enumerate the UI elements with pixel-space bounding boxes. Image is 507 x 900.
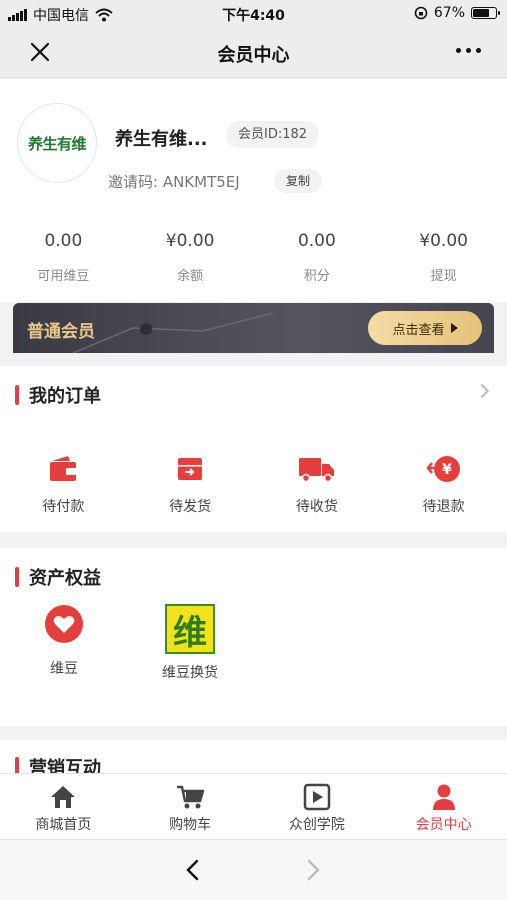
vip-level-label: 普通会员 (27, 322, 95, 342)
avatar-logo-text: 养生有维 (27, 134, 87, 153)
svg-text:¥: ¥ (442, 462, 452, 478)
tab-cart[interactable]: 购物车 (127, 774, 254, 839)
order-pending-refund[interactable]: ¥ 待退款 (380, 452, 507, 516)
tab-label: 众创学院 (288, 817, 345, 833)
wei-logo-icon: 维 (165, 604, 215, 654)
refund-icon: ¥ (380, 452, 507, 486)
tab-academy[interactable]: 众创学院 (254, 774, 381, 839)
avatar[interactable]: 养生有维 (17, 103, 97, 183)
stat-label: 可用维豆 (37, 269, 90, 284)
order-pending-payment[interactable]: 待付款 (0, 452, 127, 516)
order-item-label: 待退款 (422, 499, 465, 515)
heart-icon (45, 605, 83, 643)
orders-section: 我的订单 待付款 待发货 待收货 ¥ 待退款 (0, 366, 507, 532)
asset-label: 维豆 (50, 661, 78, 677)
stat-withdraw[interactable]: ¥0.00 提现 (380, 231, 507, 291)
box-icon (127, 452, 254, 486)
battery-fill (473, 9, 490, 17)
page-title: 会员中心 (217, 45, 290, 66)
stat-label: 余额 (177, 269, 204, 284)
member-id-badge: 会员ID:182 (226, 121, 320, 148)
assets-header: 资产权益 (15, 564, 101, 590)
stat-points[interactable]: 0.00 积分 (254, 231, 381, 291)
assets-section: 资产权益 维豆 维 维豆换货 (0, 548, 507, 726)
asset-weidou[interactable]: 维豆 (1, 604, 127, 678)
home-icon (0, 782, 127, 812)
status-bar: 中国电信 下午4:40 67% (0, 0, 507, 28)
asset-weidou-exchange[interactable]: 维 维豆换货 (127, 604, 253, 682)
banner-decoration (73, 312, 273, 353)
section-marker (15, 385, 19, 405)
stat-label: 积分 (303, 269, 330, 284)
stat-value: 0.00 (44, 231, 83, 251)
tab-label: 会员中心 (415, 817, 472, 833)
stat-value: ¥0.00 (419, 231, 468, 251)
tab-label: 购物车 (169, 817, 212, 833)
stat-label: 提现 (430, 269, 457, 284)
tab-bar: 商城首页 购物车 众创学院 会员中心 (0, 773, 507, 839)
copy-button[interactable]: 复制 (274, 169, 323, 193)
order-pending-receipt[interactable]: 待收货 (254, 452, 381, 516)
view-vip-button[interactable]: 点击查看 (368, 311, 482, 345)
back-arrow-icon[interactable] (182, 858, 204, 882)
more-icon[interactable] (456, 48, 481, 53)
play-icon (254, 782, 381, 812)
browser-bar (0, 839, 507, 900)
wallet-icon (0, 452, 127, 486)
rotation-lock-icon (414, 6, 428, 20)
order-pending-shipment[interactable]: 待发货 (127, 452, 254, 516)
tab-member-center[interactable]: 会员中心 (380, 774, 507, 839)
stats-row: 0.00 可用维豆 ¥0.00 余额 0.00 积分 ¥0.00 提现 (0, 231, 507, 291)
order-item-label: 待发货 (169, 499, 212, 515)
status-right: 67% (414, 5, 500, 21)
section-marker (15, 567, 19, 587)
section-title: 我的订单 (29, 386, 101, 407)
nav-bar: 会员中心 (0, 28, 507, 78)
stat-balance[interactable]: ¥0.00 余额 (127, 231, 254, 291)
cart-icon (127, 782, 254, 812)
stat-weidou[interactable]: 0.00 可用维豆 (0, 231, 127, 291)
battery-icon (471, 7, 500, 19)
order-item-label: 待付款 (42, 499, 85, 515)
orders-header[interactable]: 我的订单 (15, 382, 101, 408)
order-item-label: 待收货 (295, 499, 338, 515)
wei-logo-text: 维 (173, 612, 207, 653)
tab-home[interactable]: 商城首页 (0, 774, 127, 839)
section-title: 资产权益 (29, 568, 101, 589)
truck-icon (254, 452, 381, 486)
nickname: 养生有维... (115, 129, 208, 150)
stat-value: 0.00 (297, 231, 336, 251)
order-status-grid: 待付款 待发货 待收货 ¥ 待退款 (0, 452, 507, 516)
chevron-right-icon[interactable] (474, 383, 490, 399)
asset-label: 维豆换货 (162, 665, 218, 681)
stat-value: ¥0.00 (165, 231, 215, 251)
battery-percent: 67% (433, 5, 465, 21)
invite-code: 邀请码: ANKMT5EJ (108, 173, 240, 191)
forward-arrow-icon[interactable] (302, 858, 324, 882)
tab-label: 商城首页 (35, 817, 92, 833)
view-vip-label: 点击查看 (392, 322, 445, 338)
profile-card: 养生有维 养生有维... 会员ID:182 邀请码: ANKMT5EJ 复制 0… (0, 79, 507, 302)
play-arrow-icon (450, 323, 458, 333)
vip-banner: 普通会员 点击查看 (13, 303, 494, 353)
user-icon (380, 782, 507, 812)
